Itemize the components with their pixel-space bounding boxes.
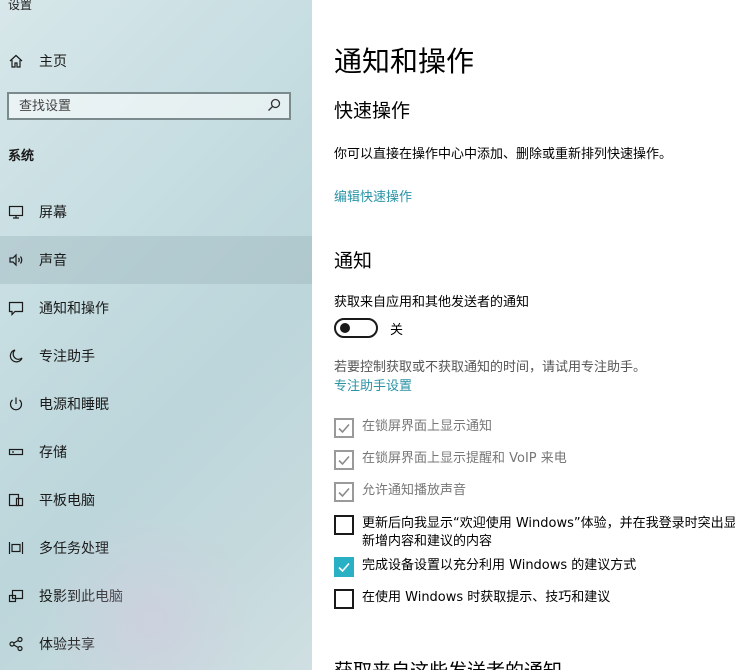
quick-actions-description: 你可以直接在操作中心中添加、删除或重新排列快速操作。	[334, 147, 673, 162]
sidebar-item-sound[interactable]: 声音	[0, 236, 312, 284]
notifications-toggle-row: 关	[334, 318, 403, 338]
page-title: 通知和操作	[334, 45, 475, 78]
device-setup-suggestions-checkbox[interactable]	[334, 557, 354, 577]
checkbox-row[interactable]: 更新后向我显示“欢迎使用 Windows”体验，并在我登录时突出显示新增内容和建…	[334, 515, 735, 551]
section-label: 系统	[8, 149, 35, 164]
checkbox-row[interactable]: 允许通知播放声音	[334, 482, 466, 502]
toggle-state-label: 关	[390, 322, 404, 338]
share-icon	[7, 635, 25, 653]
sidebar-item-label: 存储	[39, 445, 67, 461]
tablet-icon	[7, 491, 25, 509]
checkmark-icon	[338, 562, 350, 573]
quick-actions-heading: 快速操作	[334, 100, 411, 122]
speaker-icon	[7, 251, 25, 269]
sidebar-item-storage[interactable]: 存储	[0, 428, 312, 476]
checkbox-label: 允许通知播放声音	[362, 483, 467, 498]
sidebar-item-label: 通知和操作	[39, 301, 109, 317]
sidebar-item-label: 专注助手	[39, 349, 95, 365]
checkbox-row[interactable]: 在锁屏界面上显示通知	[334, 418, 492, 438]
sidebar-item-label: 屏幕	[39, 205, 67, 221]
checkmark-icon	[338, 455, 350, 466]
power-icon	[7, 395, 25, 413]
app-title: 设置	[8, 0, 33, 12]
multitask-icon	[7, 539, 25, 557]
lockscreen-notifications-checkbox[interactable]	[334, 418, 354, 438]
checkbox-label: 在使用 Windows 时获取提示、技巧和建议	[362, 590, 611, 605]
notification-sounds-checkbox[interactable]	[334, 482, 354, 502]
sidebar-item-home[interactable]: 主页	[0, 44, 312, 78]
sidebar-item-label: 声音	[39, 253, 67, 269]
search-input[interactable]	[19, 98, 249, 114]
sidebar-item-label: 体验共享	[39, 637, 95, 653]
senders-heading: 获取来自这些发送者的通知	[334, 656, 562, 670]
storage-icon	[7, 443, 25, 461]
sidebar-item-display[interactable]: 屏幕	[0, 188, 312, 236]
sidebar-item-multitasking[interactable]: 多任务处理	[0, 524, 312, 572]
focus-assist-hint: 若要控制获取或不获取通知的时间，请试用专注助手。	[334, 360, 647, 375]
sidebar-nav: 屏幕 声音 通知和操作 专注助手 电源和睡眠 存储 平板电脑 多任务处理 投影到…	[0, 188, 312, 668]
sidebar: 设置 主页 系统 屏幕 声音 通知和操作	[0, 0, 312, 670]
sidebar-item-project[interactable]: 投影到此电脑	[0, 572, 312, 620]
checkbox-row[interactable]: 完成设备设置以充分利用 Windows 的建议方式	[334, 557, 636, 577]
welcome-experience-checkbox[interactable]	[334, 515, 354, 535]
notification-icon	[7, 299, 25, 317]
notifications-toggle[interactable]	[334, 318, 378, 338]
edit-quick-actions-link[interactable]: 编辑快速操作	[334, 186, 412, 205]
monitor-icon	[7, 203, 25, 221]
notifications-heading: 通知	[334, 250, 373, 272]
checkbox-row[interactable]: 在使用 Windows 时获取提示、技巧和建议	[334, 589, 610, 609]
checkbox-label: 更新后向我显示“欢迎使用 Windows”体验，并在我登录时突出显示新增内容和建…	[362, 516, 735, 549]
checkbox-label: 在锁屏界面上显示提醒和 VoIP 来电	[362, 451, 567, 466]
checkmark-icon	[338, 487, 350, 498]
sidebar-item-shared-experiences[interactable]: 体验共享	[0, 620, 312, 668]
notifications-toggle-label: 获取来自应用和其他发送者的通知	[334, 295, 530, 310]
search-box[interactable]	[7, 92, 291, 120]
sidebar-item-label: 主页	[39, 54, 67, 70]
sidebar-item-label: 平板电脑	[39, 493, 95, 509]
sidebar-item-tablet[interactable]: 平板电脑	[0, 476, 312, 524]
sidebar-item-focus-assist[interactable]: 专注助手	[0, 332, 312, 380]
focus-assist-settings-link[interactable]: 专注助手设置	[334, 375, 412, 394]
tips-tricks-checkbox[interactable]	[334, 589, 354, 609]
toggle-knob	[340, 323, 350, 333]
checkbox-label: 在锁屏界面上显示通知	[362, 419, 493, 434]
sidebar-item-label: 电源和睡眠	[39, 397, 109, 413]
checkbox-row[interactable]: 在锁屏界面上显示提醒和 VoIP 来电	[334, 450, 567, 470]
sidebar-item-label: 投影到此电脑	[39, 589, 123, 605]
search-icon[interactable]	[267, 97, 281, 116]
sidebar-item-label: 多任务处理	[39, 541, 109, 557]
sidebar-item-notifications[interactable]: 通知和操作	[0, 284, 312, 332]
checkbox-label: 完成设备设置以充分利用 Windows 的建议方式	[362, 558, 637, 573]
moon-icon	[7, 347, 25, 365]
main-content: 通知和操作 快速操作 你可以直接在操作中心中添加、删除或重新排列快速操作。 编辑…	[312, 0, 735, 670]
project-icon	[7, 587, 25, 605]
checkmark-icon	[338, 423, 350, 434]
home-icon	[7, 52, 25, 70]
sidebar-item-power[interactable]: 电源和睡眠	[0, 380, 312, 428]
lockscreen-voip-checkbox[interactable]	[334, 450, 354, 470]
